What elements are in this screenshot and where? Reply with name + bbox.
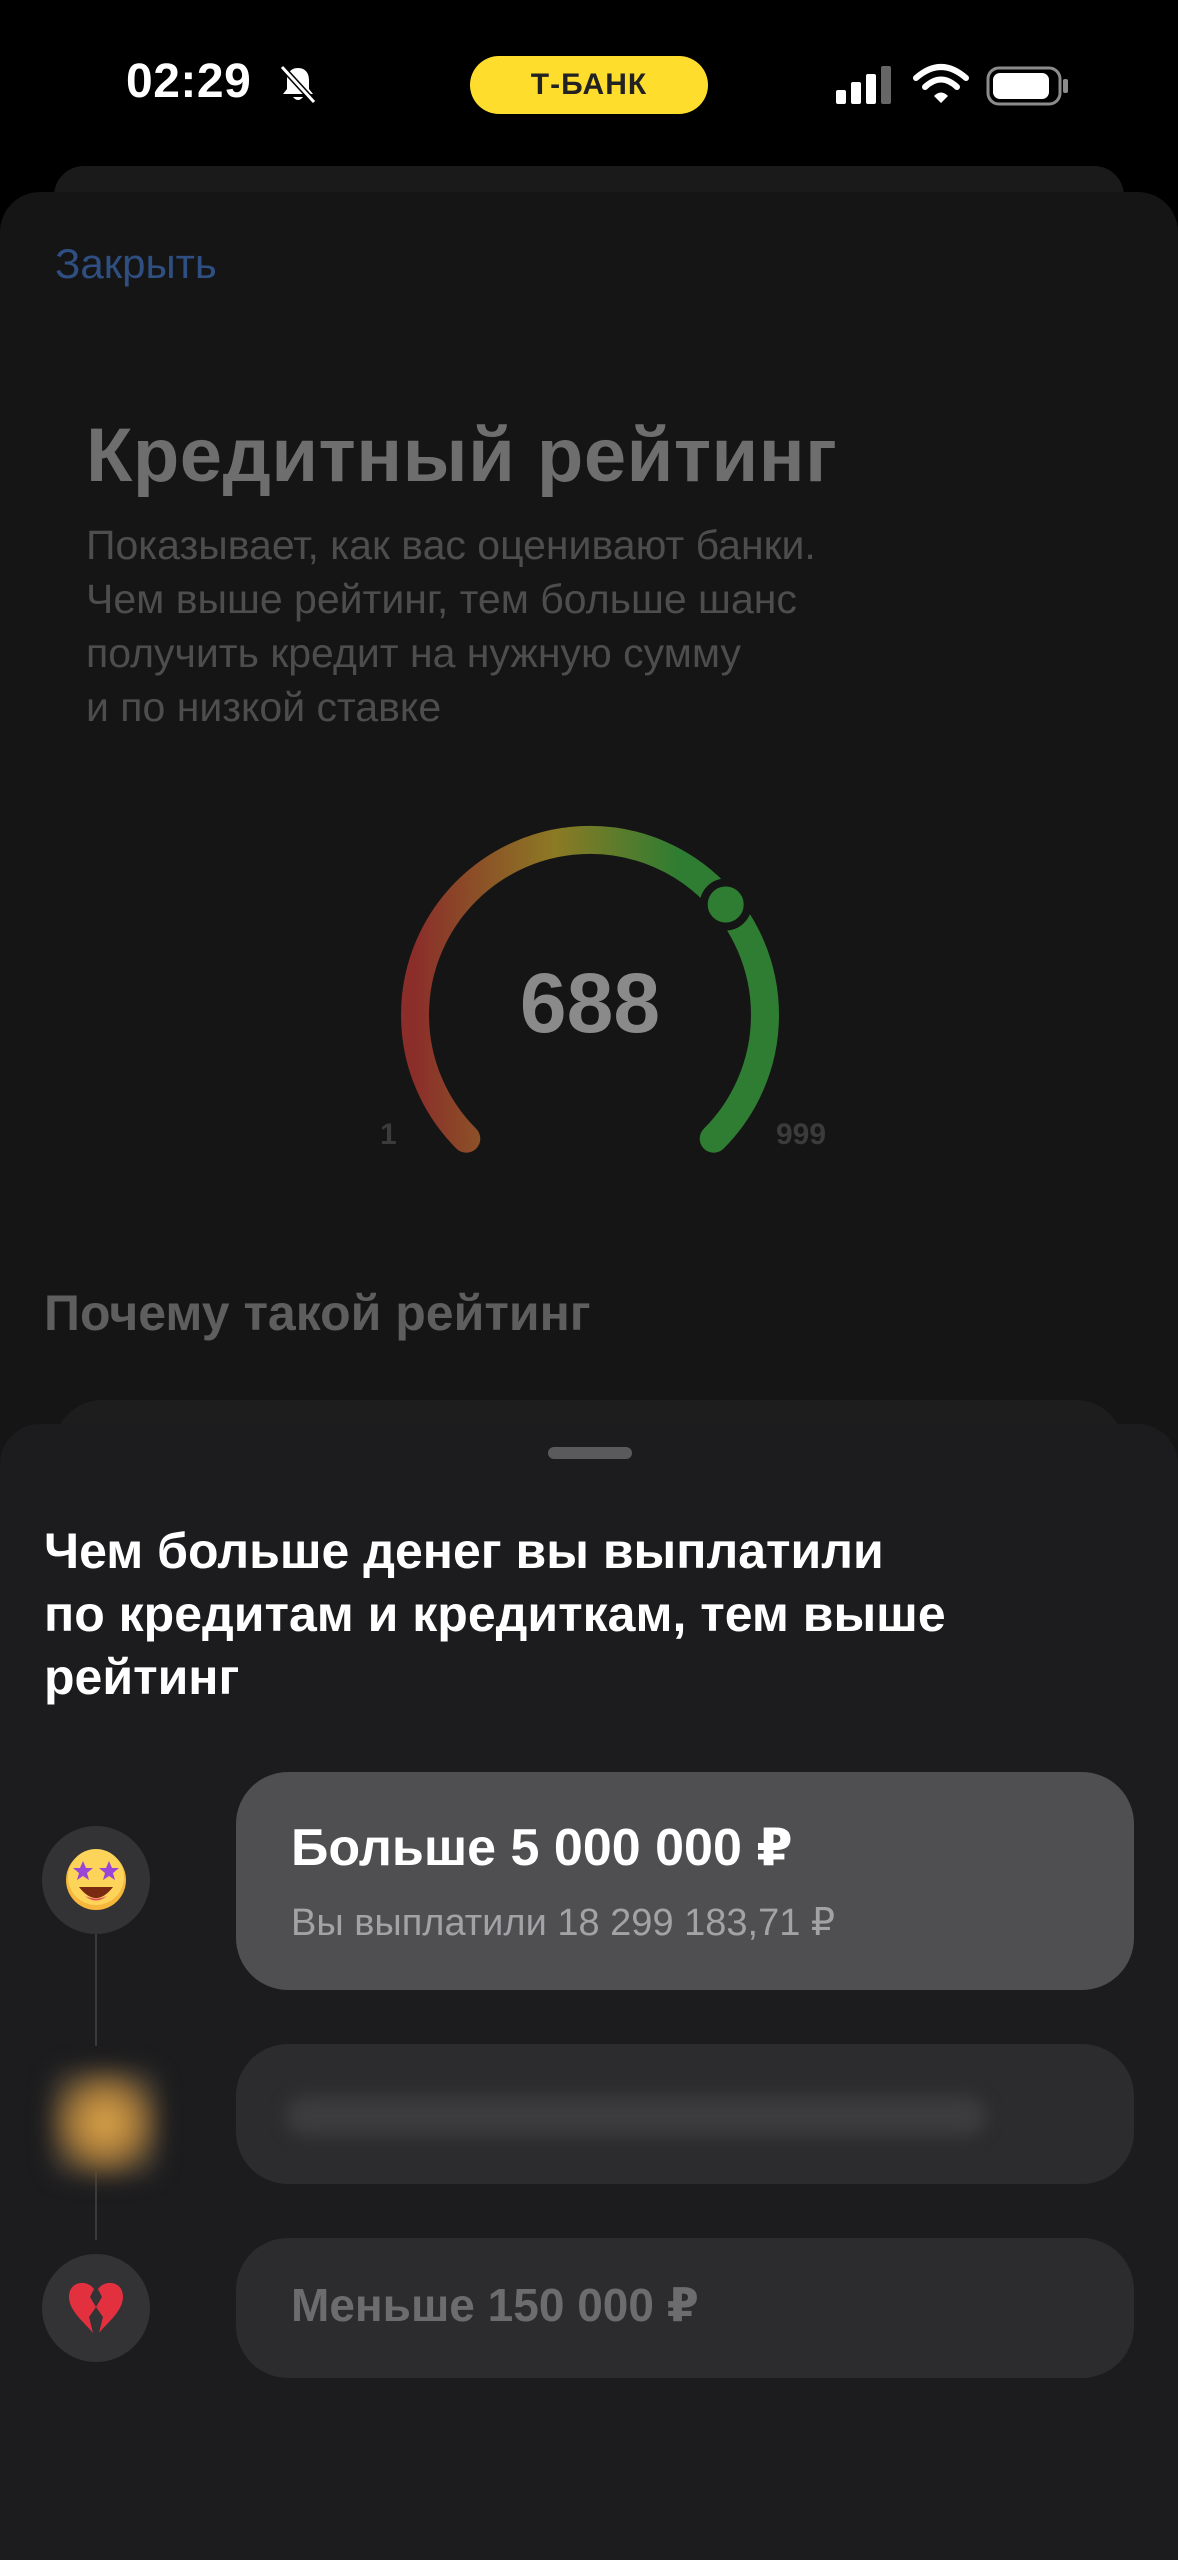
timeline-connector [95,2172,97,2240]
tier-card-blurred[interactable] [236,2044,1134,2184]
rating-score: 688 [519,956,661,1050]
sheet-drag-handle[interactable] [548,1447,632,1459]
bell-off-icon [279,64,317,105]
blurred-emoji-icon [50,2068,160,2178]
blurred-text [286,2096,986,2136]
sheet-title-line: по кредитам и кредиткам, тем выше [44,1586,946,1642]
timeline-connector [95,1934,97,2046]
gauge-min-label: 1 [380,1118,397,1151]
subtitle-line: и по низкой ставке [86,684,442,730]
tier-card-active[interactable]: Больше 5 000 000 ₽ Вы выплатили 18 299 1… [236,1772,1134,1990]
close-button[interactable]: Закрыть [55,240,217,288]
subtitle-line: Показывает, как вас оценивают банки. [86,522,816,568]
subtitle-line: Чем выше рейтинг, тем больше шанс [86,576,797,622]
subtitle-line: получить кредит на нужную сумму [86,630,741,676]
tier-paid-amount: Вы выплатили 18 299 183,71 ₽ [291,1902,836,1944]
status-time: 02:29 [126,55,252,108]
carrier-badge[interactable]: Т-БАНК [470,56,708,114]
broken-heart-emoji-icon [69,2282,123,2333]
sheet-title: Чем больше денег вы выплатили по кредита… [44,1520,1144,1709]
section-title: Почему такой рейтинг [44,1285,591,1341]
gauge-indicator [699,878,752,931]
status-bar: 02:29 Т-БАНК [0,0,1178,165]
tier-title: Меньше 150 000 ₽ [291,2279,699,2331]
sheet-title-line: рейтинг [44,1649,240,1705]
wifi-icon [913,64,969,103]
tier-title: Больше 5 000 000 ₽ [291,1819,793,1877]
tier-card-low[interactable]: Меньше 150 000 ₽ [236,2238,1134,2378]
page-subtitle: Показывает, как вас оценивают банки. Чем… [86,518,1086,734]
battery-icon [986,66,1068,106]
signal-icon [836,66,891,104]
app-screen: 02:29 Т-БАНК Закрыть Кредитный рейтинг П… [0,0,1178,2560]
sheet-title-line: Чем больше денег вы выплатили [44,1523,884,1579]
page-title: Кредитный рейтинг [86,413,838,498]
gauge-max-label: 999 [776,1118,827,1151]
broken-heart-emoji-icon [42,2254,150,2362]
star-struck-emoji-icon [66,1849,126,1910]
star-struck-emoji-icon [42,1826,150,1934]
